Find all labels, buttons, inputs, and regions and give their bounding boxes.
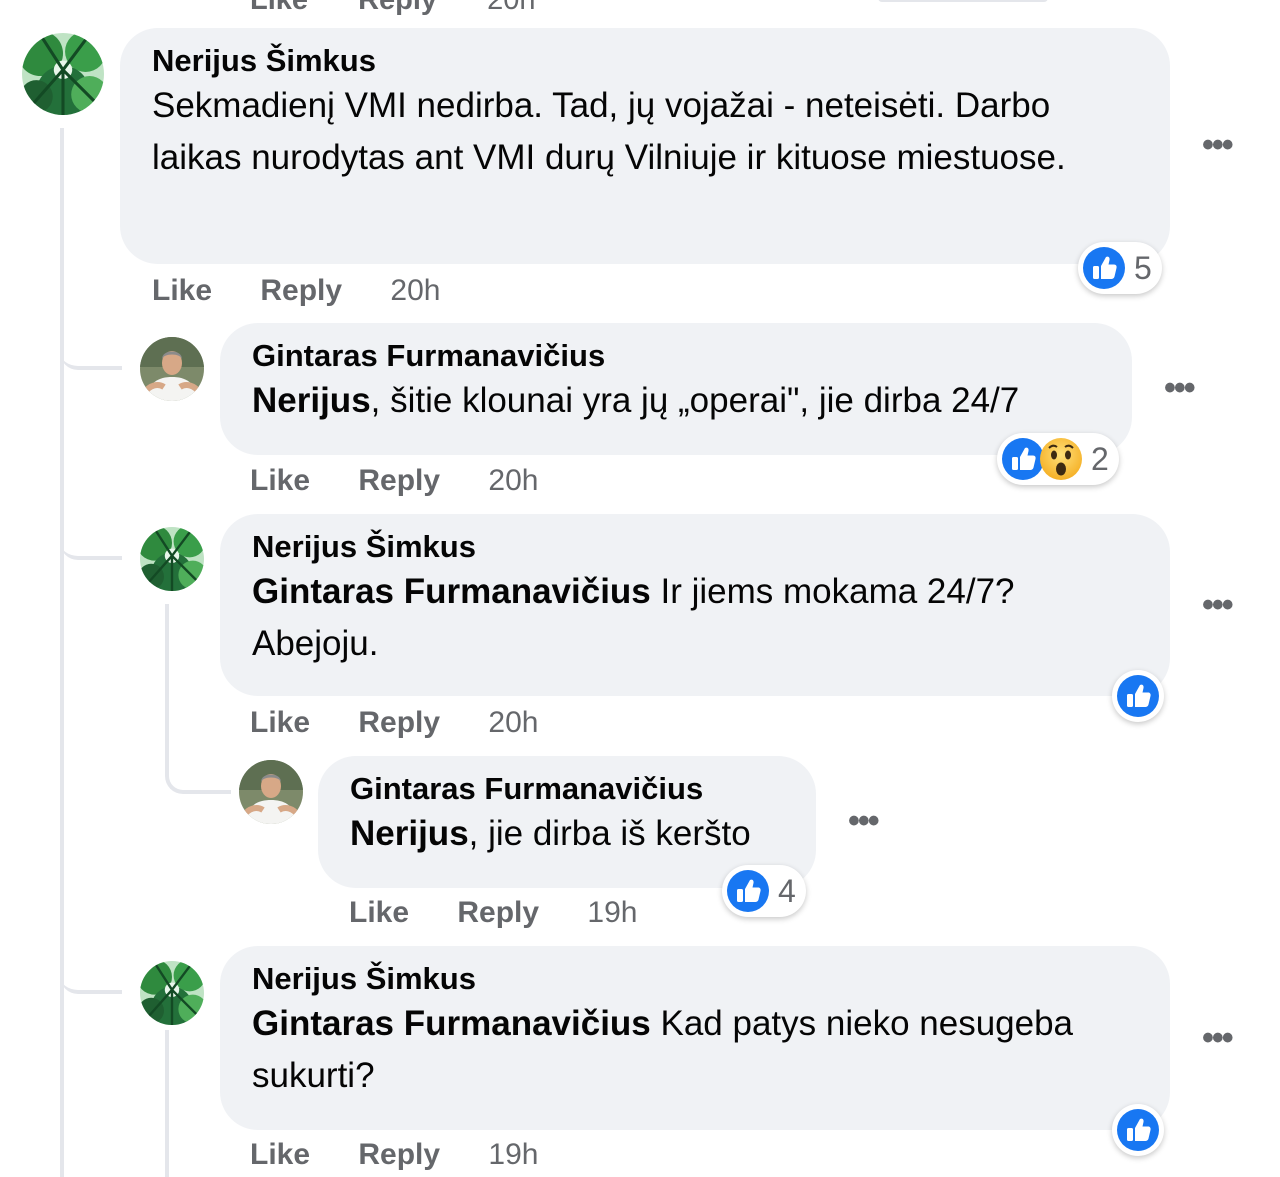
comment-text: Nerijus, šitie klounai yra jų „operai", … <box>252 375 1100 427</box>
more-options-icon[interactable]: ••• <box>1202 1021 1234 1055</box>
more-options-icon[interactable]: ••• <box>848 804 880 838</box>
like-link[interactable]: Like <box>152 274 212 307</box>
like-link[interactable]: Like <box>250 1138 310 1171</box>
comment-timestamp[interactable]: 19h <box>587 896 637 929</box>
comment-bubble: Nerijus Šimkus Gintaras Furmanavičius Ka… <box>220 946 1170 1130</box>
comment-bubble: Gintaras Furmanavičius Nerijus, šitie kl… <box>220 323 1132 455</box>
wow-icon <box>1039 437 1083 481</box>
comment-bubble: Nerijus Šimkus Sekmadienį VMI nedirba. T… <box>120 28 1170 264</box>
comment-timestamp[interactable]: 20h <box>390 274 440 307</box>
previous-reply-link[interactable]: Reply <box>358 0 437 16</box>
comment-text: Gintaras Furmanavičius Ir jiems mokama 2… <box>252 566 1138 670</box>
comment-author[interactable]: Nerijus Šimkus <box>152 42 1138 80</box>
thread-connector-4 <box>60 944 122 994</box>
comment-actions: Like Reply 20h <box>152 274 440 308</box>
more-options-icon[interactable]: ••• <box>1164 371 1196 405</box>
reactions-summary[interactable]: 4 <box>722 865 806 917</box>
reply-link[interactable]: Reply <box>457 896 539 929</box>
mention-link[interactable]: Gintaras Furmanavičius <box>252 1004 651 1043</box>
reactions-summary[interactable] <box>1112 1104 1164 1156</box>
comment-text-rest: , šitie klounai yra jų „operai", jie dir… <box>370 381 1020 420</box>
comment-actions: Like Reply 19h <box>349 896 637 930</box>
avatar[interactable] <box>140 337 204 401</box>
like-icon <box>1082 246 1126 290</box>
previous-timestamp: 20h <box>487 0 536 16</box>
thread-line-nested-2 <box>165 1030 169 1177</box>
comment-bubble: Nerijus Šimkus Gintaras Furmanavičius Ir… <box>220 514 1170 696</box>
mention-link[interactable]: Nerijus <box>252 381 371 420</box>
comment-actions: Like Reply 20h <box>250 706 538 740</box>
comment-text: Sekmadienį VMI nedirba. Tad, jų vojažai … <box>152 86 1066 177</box>
like-icon <box>1116 1108 1160 1152</box>
comment-timestamp[interactable]: 20h <box>488 706 538 739</box>
thread-line-main <box>60 128 64 1177</box>
comment-author[interactable]: Nerijus Šimkus <box>252 528 1138 566</box>
reactions-summary[interactable] <box>1112 670 1164 722</box>
avatar[interactable] <box>22 33 104 115</box>
reactions-summary[interactable]: 2 <box>997 433 1119 485</box>
mention-link[interactable]: Nerijus <box>350 814 469 853</box>
reaction-count: 4 <box>778 872 796 909</box>
like-icon <box>726 869 770 913</box>
comment-text-rest: , jie dirba iš keršto <box>468 814 751 853</box>
reply-link[interactable]: Reply <box>358 464 440 497</box>
thread-connector-3 <box>165 740 231 794</box>
avatar[interactable] <box>140 961 204 1025</box>
mention-link[interactable]: Gintaras Furmanavičius <box>252 572 651 611</box>
previous-comment-actions: Like Reply 20h <box>250 0 578 17</box>
thread-connector-1 <box>60 320 122 370</box>
comment-author[interactable]: Gintaras Furmanavičius <box>252 337 1100 375</box>
avatar[interactable] <box>239 760 303 824</box>
comment-text: Nerijus, jie dirba iš keršto <box>350 808 784 860</box>
like-link[interactable]: Like <box>250 464 310 497</box>
like-link[interactable]: Like <box>250 706 310 739</box>
comment-text: Gintaras Furmanavičius Kad patys nieko n… <box>252 998 1138 1102</box>
comment-author[interactable]: Nerijus Šimkus <box>252 960 1138 998</box>
reply-link[interactable]: Reply <box>260 274 342 307</box>
more-options-icon[interactable]: ••• <box>1202 128 1234 162</box>
like-link[interactable]: Like <box>349 896 409 929</box>
comment-timestamp[interactable]: 19h <box>488 1138 538 1171</box>
comment-author[interactable]: Gintaras Furmanavičius <box>350 770 784 808</box>
more-options-icon[interactable]: ••• <box>1202 588 1234 622</box>
thread-connector-2 <box>60 510 122 560</box>
reply-link[interactable]: Reply <box>358 1138 440 1171</box>
like-icon <box>1116 674 1160 718</box>
comment-timestamp[interactable]: 20h <box>488 464 538 497</box>
avatar[interactable] <box>140 527 204 591</box>
previous-like-link[interactable]: Like <box>250 0 308 16</box>
reply-link[interactable]: Reply <box>358 706 440 739</box>
reactions-summary[interactable]: 5 <box>1078 242 1162 294</box>
comment-actions: Like Reply 20h <box>250 464 538 498</box>
comment-actions: Like Reply 19h <box>250 1138 538 1172</box>
reaction-count: 5 <box>1134 249 1152 286</box>
reaction-count: 2 <box>1091 440 1109 477</box>
previous-bubble-edge <box>878 0 1048 2</box>
